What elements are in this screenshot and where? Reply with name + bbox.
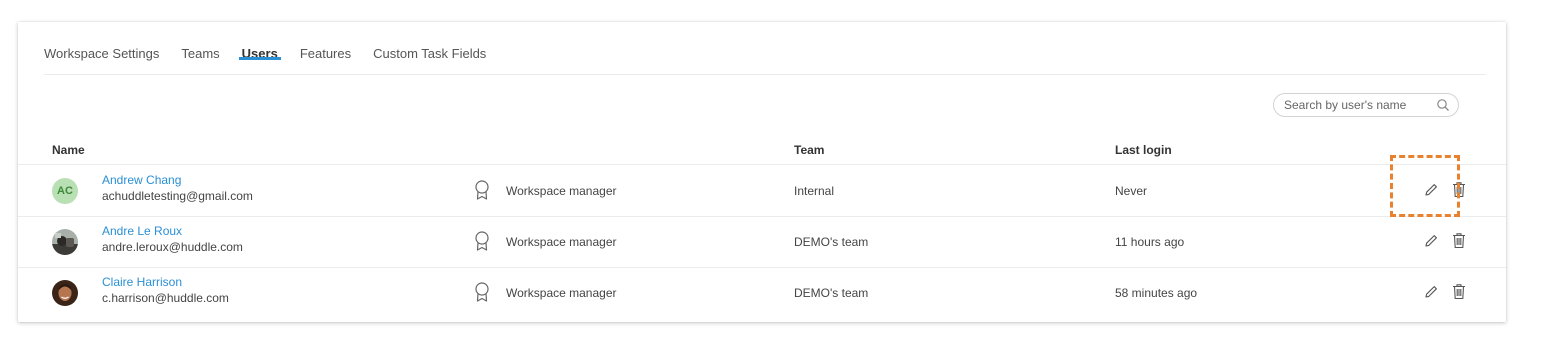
- tab-workspace-settings[interactable]: Workspace Settings: [44, 22, 159, 61]
- user-last-login: 11 hours ago: [1115, 235, 1185, 249]
- avatar: [52, 280, 78, 306]
- user-email: c.harrison@huddle.com: [102, 291, 229, 305]
- user-role: Workspace manager: [506, 286, 617, 300]
- header-name[interactable]: Name: [52, 143, 85, 157]
- trash-icon[interactable]: [1452, 232, 1466, 249]
- tab-users[interactable]: Users: [238, 22, 281, 61]
- user-name-link[interactable]: Andre Le Roux: [102, 224, 182, 238]
- user-role: Workspace manager: [506, 235, 617, 249]
- table-row: AC Andrew Chang achuddletesting@gmail.co…: [18, 165, 1506, 217]
- users-panel: Workspace Settings Teams Users Features …: [18, 22, 1506, 322]
- avatar: [52, 229, 78, 255]
- table-row: Andre Le Roux andre.leroux@huddle.com Wo…: [18, 216, 1506, 268]
- ribbon-icon: [474, 231, 490, 251]
- user-role: Workspace manager: [506, 184, 617, 198]
- avatar: AC: [52, 178, 78, 204]
- trash-icon[interactable]: [1452, 283, 1466, 300]
- table-header: Name Team Last login: [18, 134, 1506, 165]
- user-email: achuddletesting@gmail.com: [102, 189, 253, 203]
- user-name-link[interactable]: Andrew Chang: [102, 173, 181, 187]
- settings-tabs: Workspace Settings Teams Users Features …: [44, 22, 1486, 75]
- edit-highlight-annotation: [1390, 155, 1460, 217]
- header-team[interactable]: Team: [794, 143, 824, 157]
- user-last-login: Never: [1115, 184, 1148, 198]
- user-name-link[interactable]: Claire Harrison: [102, 275, 182, 289]
- search-icon[interactable]: [1436, 98, 1450, 112]
- pencil-icon[interactable]: [1423, 233, 1439, 249]
- tab-teams[interactable]: Teams: [181, 22, 219, 61]
- table-row: Claire Harrison c.harrison@huddle.com Wo…: [18, 267, 1506, 318]
- user-team: DEMO's team: [794, 235, 869, 249]
- user-search: [1273, 93, 1459, 117]
- search-input[interactable]: [1284, 98, 1436, 112]
- user-last-login: 58 minutes ago: [1115, 286, 1198, 300]
- user-email: andre.leroux@huddle.com: [102, 240, 243, 254]
- header-last-login[interactable]: Last login: [1115, 143, 1172, 157]
- user-team: Internal: [794, 184, 835, 198]
- tab-custom-task-fields[interactable]: Custom Task Fields: [373, 22, 486, 61]
- tab-features[interactable]: Features: [300, 22, 351, 61]
- pencil-icon[interactable]: [1423, 284, 1439, 300]
- user-team: DEMO's team: [794, 286, 869, 300]
- ribbon-icon: [474, 282, 490, 302]
- ribbon-icon: [474, 180, 490, 200]
